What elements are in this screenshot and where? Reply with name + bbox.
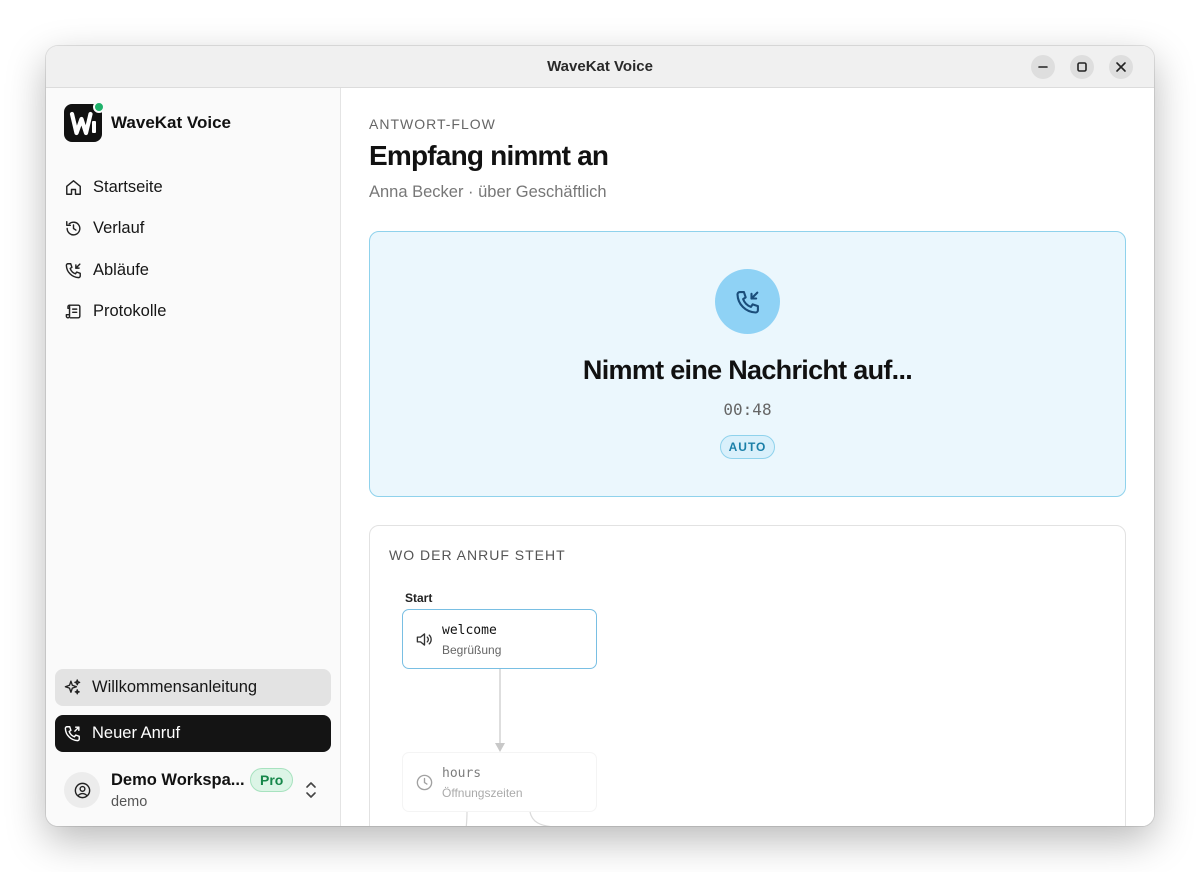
sidebar-item-ablaeufe[interactable]: Abläufe: [58, 251, 330, 289]
welcome-guide-button[interactable]: Willkommensanleitung: [55, 669, 331, 706]
section-eyebrow: ANTWORT-FLOW: [369, 116, 496, 132]
sparkles-icon: [64, 679, 81, 695]
user-circle-icon: [74, 782, 90, 798]
sidebar-item-label: Startseite: [93, 177, 163, 196]
sidebar-nav: Startseite Verlauf Abläufe Protokolle: [58, 168, 330, 334]
history-icon: [66, 221, 81, 236]
sidebar-item-verlauf[interactable]: Verlauf: [58, 210, 330, 248]
welcome-guide-label: Willkommensanleitung: [92, 678, 258, 696]
minimize-icon: [1038, 66, 1048, 68]
workspace-switcher[interactable]: Demo Workspa... Pro demo: [64, 768, 326, 814]
clock-icon: [416, 774, 433, 791]
node-id: hours: [442, 766, 482, 781]
main-content: ANTWORT-FLOW Empfang nimmt an Anna Becke…: [342, 88, 1154, 826]
node-id: welcome: [442, 623, 497, 638]
status-badge: AUTO: [720, 435, 775, 459]
sidebar: WaveKat Voice Startseite Verlauf Abläufe…: [46, 88, 341, 826]
close-button[interactable]: [1109, 55, 1133, 79]
app-window: WaveKat Voice WaveKat Voice Startseite V…: [46, 46, 1154, 826]
sidebar-item-label: Abläufe: [93, 260, 149, 279]
plan-badge: Pro: [250, 768, 294, 792]
maximize-icon: [1077, 62, 1087, 72]
status-title: Nimmt eine Nachricht auf...: [582, 355, 913, 385]
home-icon: [66, 179, 81, 195]
maximize-button[interactable]: [1070, 55, 1094, 79]
brand[interactable]: WaveKat Voice: [64, 101, 231, 142]
sidebar-item-label: Verlauf: [93, 219, 145, 237]
avatar: [64, 772, 100, 808]
node-label: Öffnungszeiten: [442, 786, 523, 800]
workspace-slug: demo: [111, 794, 148, 810]
scroll-icon: [65, 304, 81, 319]
node-label: Begrüßung: [442, 643, 502, 657]
sidebar-item-label: Protokolle: [93, 302, 167, 320]
close-icon: [1116, 62, 1126, 72]
title-bar[interactable]: WaveKat Voice: [46, 46, 1154, 88]
status-icon-circle: [715, 269, 780, 334]
phone-outgoing-icon: [64, 726, 80, 742]
speaker-icon: [416, 633, 432, 646]
flow-position-card: WO DER ANRUF STEHT Start welcome Begrüßu…: [369, 525, 1126, 826]
online-status-dot: [93, 101, 105, 113]
new-call-button[interactable]: Neuer Anruf: [55, 715, 331, 752]
chevron-up-down-icon: [306, 782, 316, 798]
flow-node-hours[interactable]: hours Öffnungszeiten: [402, 752, 597, 812]
sidebar-item-startseite[interactable]: Startseite: [58, 168, 330, 206]
sidebar-item-protokolle[interactable]: Protokolle: [58, 293, 330, 331]
minimize-button[interactable]: [1031, 55, 1055, 79]
phone-incoming-icon: [735, 290, 759, 314]
call-timer: 00:48: [723, 400, 772, 419]
flow-node-welcome[interactable]: welcome Begrüßung: [402, 609, 597, 669]
call-status-card: Nimmt eine Nachricht auf... 00:48 AUTO: [369, 231, 1126, 497]
new-call-label: Neuer Anruf: [92, 724, 181, 742]
workspace-name: Demo Workspa...: [111, 771, 245, 789]
brand-name: WaveKat Voice: [111, 113, 231, 132]
page-title: Empfang nimmt an: [369, 140, 609, 171]
page-subtitle: Anna Becker · über Geschäftlich: [369, 183, 607, 201]
logo: [64, 101, 105, 142]
window-title: WaveKat Voice: [547, 58, 653, 75]
phone-flow-icon: [65, 262, 81, 278]
start-label: Start: [405, 591, 433, 605]
